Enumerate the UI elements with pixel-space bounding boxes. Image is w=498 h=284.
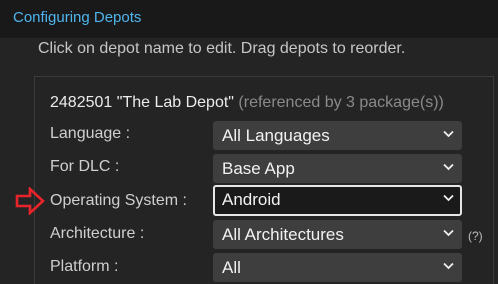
architecture-label: Architecture : xyxy=(50,225,145,242)
language-select[interactable]: All Languages xyxy=(213,121,462,150)
depot-reference-count: (referenced by 3 package(s)) xyxy=(238,94,444,111)
operating-system-select-value: Android xyxy=(222,190,281,209)
operating-system-label: Operating System : xyxy=(50,192,187,209)
operating-system-select[interactable]: Android xyxy=(213,185,462,216)
architecture-help-link[interactable]: (?) xyxy=(468,229,483,243)
for-dlc-select-value: Base App xyxy=(222,159,295,178)
language-select-value: All Languages xyxy=(222,126,330,145)
depot-title[interactable]: 2482501 "The Lab Depot" (referenced by 3… xyxy=(50,94,444,112)
chevron-down-icon xyxy=(443,130,454,138)
language-label: Language : xyxy=(50,125,131,142)
chevron-down-icon xyxy=(443,262,454,270)
depot-id[interactable]: 2482501 xyxy=(50,94,112,111)
section-title[interactable]: Configuring Depots xyxy=(13,9,141,26)
chevron-down-icon xyxy=(443,229,454,237)
for-dlc-label: For DLC : xyxy=(50,158,120,175)
instruction-text: Click on depot name to edit. Drag depots… xyxy=(38,40,406,57)
for-dlc-select[interactable]: Base App xyxy=(213,154,462,183)
chevron-down-icon xyxy=(443,194,454,202)
chevron-down-icon xyxy=(443,163,454,171)
red-arrow-icon xyxy=(15,187,45,215)
platform-select-value: All xyxy=(222,258,241,277)
platform-select[interactable]: All xyxy=(213,253,462,282)
architecture-select-value: All Architectures xyxy=(222,225,344,244)
platform-label: Platform : xyxy=(50,258,119,275)
architecture-select[interactable]: All Architectures xyxy=(213,220,462,249)
depot-name[interactable]: "The Lab Depot" xyxy=(117,94,234,111)
